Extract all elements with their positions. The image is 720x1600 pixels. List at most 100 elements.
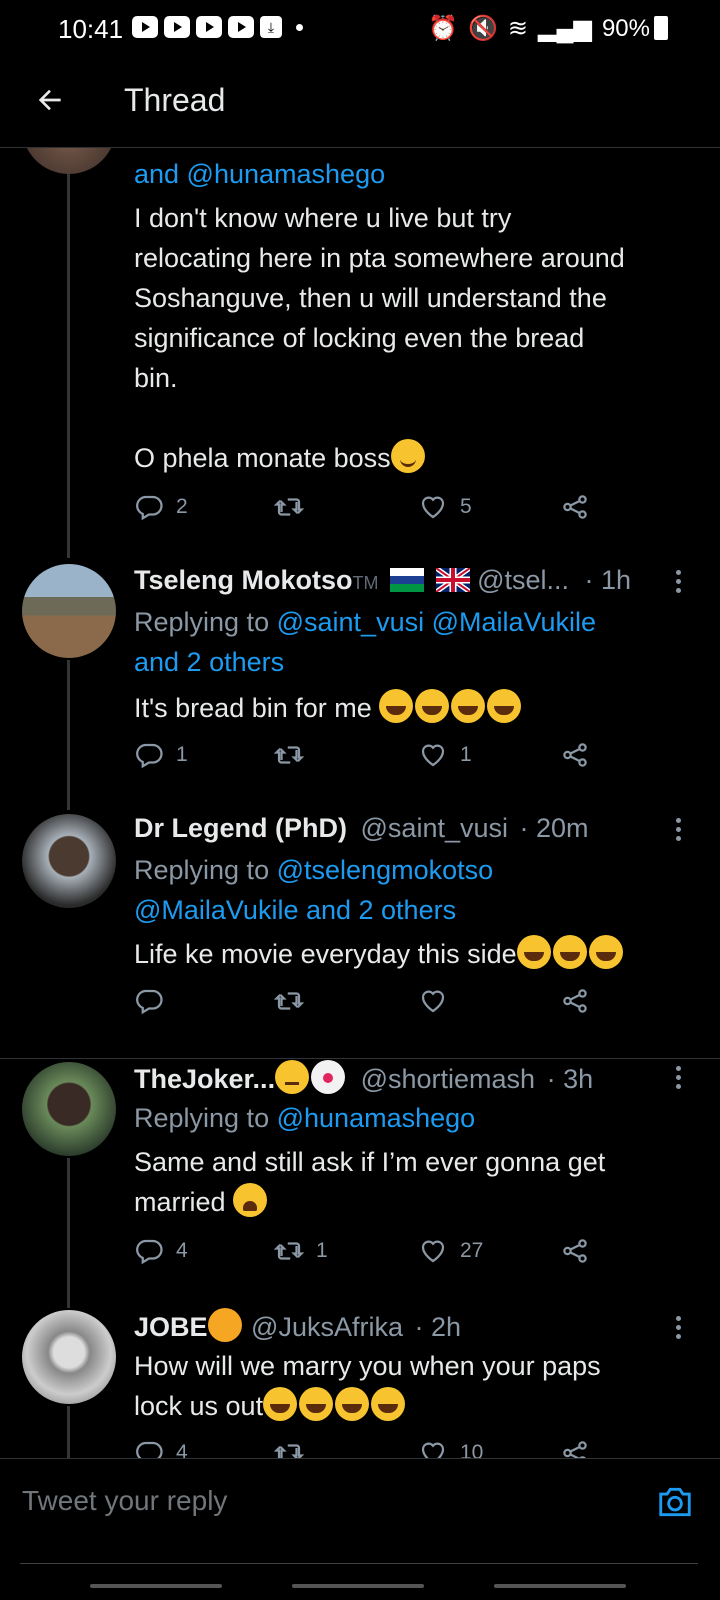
avatar[interactable] [22,1062,116,1156]
share-icon [563,495,587,519]
handle[interactable]: @shortiemash [361,1064,535,1094]
name-suffix: TM [352,573,379,593]
thread-connector [67,148,70,558]
nav-recents[interactable] [90,1584,222,1588]
reply-button[interactable]: 4 [134,1438,188,1458]
retweet-button[interactable] [274,986,316,1016]
retweet-button[interactable] [274,740,316,770]
reply-mentions-more[interactable]: @MailaVukile and 2 others [134,890,704,930]
share-button[interactable] [560,986,590,1016]
retweet-icon [274,1242,304,1260]
tweet-text: Same and still ask if I’m ever gonna get… [134,1142,704,1222]
share-button[interactable] [560,1438,590,1458]
reply-button[interactable] [134,986,176,1016]
avatar[interactable] [22,564,116,658]
comment-icon [136,743,163,769]
like-count: 27 [460,1239,484,1262]
system-icons: ⏰ 🔇 ≋ ▂▄▆ 90% [428,14,650,43]
rofl-emoji [588,935,623,969]
tweet-text: How will we marry you when your paps loc… [134,1346,704,1426]
more-options-icon[interactable] [676,1316,684,1342]
reply-count: 2 [176,495,188,518]
timestamp: · 3h [546,1064,594,1094]
display-name[interactable]: Dr Legend (PhD) [134,813,347,843]
tweet-text-line: It's bread bin for me [134,693,380,723]
retweet-button[interactable]: 1 [274,1236,328,1266]
reply-button[interactable]: 2 [134,492,188,522]
share-button[interactable] [560,740,590,770]
tweet-text: Life ke movie everyday this side [134,934,704,974]
tweet-actions: 1 1 [134,740,614,776]
handle[interactable]: @tsel... [477,565,569,595]
mute-icon: 🔇 [468,15,498,42]
tweet-actions: 4 1 27 [134,1236,614,1272]
share-button[interactable] [560,1236,590,1266]
nav-home[interactable] [292,1584,424,1588]
replying-to: Replying to @saint_vusi @MailaVukile and… [134,602,704,682]
more-options-icon[interactable] [676,570,684,596]
retweet-icon [274,992,304,1010]
rofl-emoji [263,1387,298,1421]
like-button[interactable]: 5 [418,492,472,522]
nav-back[interactable] [494,1584,626,1588]
top-app-bar: Thread [0,56,720,148]
like-button[interactable]: 27 [418,1236,483,1266]
signal-icon: ▂▄▆ [538,15,592,42]
reply-count: 4 [176,1239,188,1262]
reply-mentions[interactable]: @saint_vusi @MailaVukile [277,607,596,637]
rofl-emoji [487,689,522,723]
retweet-button[interactable] [274,1438,316,1458]
more-options-icon[interactable] [676,818,684,844]
battery-icon [654,16,668,40]
timestamp: · 20m [519,813,589,843]
comment-icon [136,495,163,521]
reply-mentions-more[interactable]: and 2 others [134,642,704,682]
reply-mentions[interactable]: @tselengmokotso [277,855,494,885]
reply-button[interactable]: 1 [134,740,188,770]
tweet-text-line: O phela monate boss [134,443,391,473]
tweet-header: Dr Legend (PhD) @saint_vusi · 20m [134,810,589,846]
thread-feed[interactable]: and @hunamashego I don't know where u li… [0,148,720,1458]
timestamp: · 2h [414,1312,462,1342]
handle[interactable]: @JuksAfrika [251,1312,403,1342]
retweet-button[interactable] [274,492,316,522]
tweet-actions: 4 10 [134,1438,614,1458]
display-name[interactable]: JOBE [134,1312,208,1342]
reply-mentions[interactable]: and @hunamashego [134,154,704,194]
replying-prefix: Replying to [134,1103,270,1133]
status-bar: 10:41 ⤓ ⏰ 🔇 ≋ ▂▄▆ 90% [0,0,720,56]
lesotho-flag-icon [390,568,425,592]
replying-to: Replying to @tselengmokotso @MailaVukile… [134,850,704,930]
rofl-emoji [516,935,551,969]
tweet-text-line: bin. [134,363,178,393]
reply-mentions[interactable]: @hunamashego [277,1103,476,1133]
avatar[interactable] [22,814,116,908]
comment-icon [136,989,163,1015]
camera-icon[interactable] [656,1483,694,1521]
tweet-actions [134,986,614,1022]
reply-input[interactable]: Tweet your reply [22,1485,227,1517]
share-button[interactable] [560,492,590,522]
avatar[interactable] [22,1310,116,1404]
thread-connector [67,1158,70,1308]
more-options-icon[interactable] [676,1066,684,1092]
youtube-icon [196,16,222,38]
status-time: 10:41 [58,14,124,44]
rofl-emoji [335,1387,370,1421]
heart-icon [421,990,445,1013]
replying-to: Replying to @hunamashego [134,1098,704,1138]
avatar[interactable] [22,148,116,174]
rofl-emoji [552,935,587,969]
divider [0,1058,720,1059]
reply-button[interactable]: 4 [134,1236,188,1266]
handle[interactable]: @saint_vusi [361,813,508,843]
share-icon [563,1441,587,1458]
like-button[interactable] [418,986,460,1016]
like-button[interactable]: 1 [418,740,472,770]
display-name[interactable]: Tseleng Mokotso [134,565,353,595]
wifi-icon: ≋ [507,15,529,42]
arrow-left-icon[interactable] [34,84,66,116]
like-button[interactable]: 10 [418,1438,483,1458]
display-name[interactable]: TheJoker... [134,1064,275,1094]
tweet-text-line: Soshanguve, then u will understand the [134,283,607,313]
